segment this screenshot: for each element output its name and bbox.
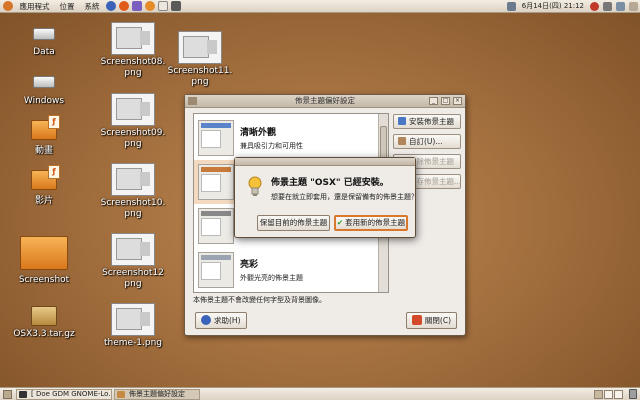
theme-list-item-clearlooks[interactable]: 清晰外觀 兼具吸引力和可用性 (194, 116, 380, 160)
update-icon[interactable] (616, 1, 625, 11)
desktop-icon-screenshot-folder[interactable]: Screenshot (12, 236, 76, 285)
help-button[interactable]: 求助(H) (195, 312, 247, 329)
desktop-icon-osx-archive[interactable]: OSX3.3.tar.gz (8, 306, 80, 339)
window-titlebar[interactable]: 佈景主題偏好設定 _ □ × (185, 95, 465, 108)
apply-new-theme-button[interactable]: ✔ 套用新的佈景主題 (334, 215, 408, 231)
desktop-icon-screenshot11[interactable]: Screenshot11. png (164, 31, 236, 88)
volume-icon[interactable] (603, 1, 612, 11)
desktop-icon-data[interactable]: Data (22, 28, 66, 57)
desktop-icon-screenshot09[interactable]: Screenshot09. png (98, 93, 168, 150)
window-menu-icon[interactable] (188, 97, 197, 105)
desktop-icon-label: Data (33, 47, 55, 57)
desktop-icon-label: Screenshot09. png (100, 128, 166, 149)
workspace-2[interactable] (604, 390, 613, 399)
power-icon[interactable] (590, 1, 599, 11)
flash-badge-icon: ƒ (48, 115, 60, 129)
archive-icon (31, 306, 57, 326)
tools-icon (398, 137, 406, 145)
install-theme-button[interactable]: 安裝佈景主題 (393, 114, 461, 129)
check-icon: ✔ (336, 218, 344, 227)
theme-preview (198, 164, 234, 200)
user-icon[interactable] (629, 1, 638, 11)
theme-name: 亮彩 (240, 260, 259, 270)
menu-places[interactable]: 位置 (55, 0, 80, 13)
desktop-icon-label: OSX3.3.tar.gz (13, 329, 75, 339)
desktop-icon-label: theme-1.png (103, 338, 163, 348)
image-thumbnail (111, 163, 155, 196)
window-title: 佈景主題偏好設定 (295, 96, 355, 105)
keep-current-theme-button[interactable]: 保留目前的佈景主題 (257, 215, 330, 231)
workspace-1[interactable] (594, 390, 603, 399)
top-panel: 應用程式 位置 系統 6月14日(四) 21:12 (0, 0, 640, 13)
drive-icon (33, 76, 55, 88)
theme-description: 外觀光亮的佈景主題 (240, 274, 303, 282)
close-icon (411, 315, 422, 325)
theme-preview (198, 120, 234, 156)
dialog-title: 佈景主題 "OSX" 已經安裝。 (271, 178, 389, 188)
network-icon[interactable] (506, 1, 516, 11)
mail-icon[interactable] (132, 1, 142, 11)
text-editor-icon[interactable] (158, 1, 168, 11)
desktop-icon-label: Windows (23, 96, 65, 106)
clock[interactable]: 6月14日(四) 21:12 (518, 1, 588, 11)
menu-system[interactable]: 系統 (80, 0, 105, 13)
theme-list-item-glossy[interactable]: 亮彩 外觀光亮的佈景主題 (194, 248, 380, 292)
dialog-message: 想要在就立即套用，還是保留備有的佈景主題？ (271, 193, 418, 201)
theme-description: 兼具吸引力和可用性 (240, 142, 303, 150)
image-thumbnail (111, 93, 155, 126)
theme-icon (117, 391, 125, 398)
taskbar-item-terminal[interactable]: [ Doe GDM GNOME-Lo... (16, 389, 112, 400)
desktop-icon-label: Screenshot11. png (167, 66, 233, 87)
flash-badge-icon: ƒ (48, 165, 60, 179)
theme-installed-dialog: 佈景主題 "OSX" 已經安裝。 想要在就立即套用，還是保留備有的佈景主題？ 保… (234, 157, 418, 238)
web-browser-icon[interactable] (119, 1, 129, 11)
help-icon[interactable] (106, 1, 116, 11)
desktop-icon-label: Screenshot12 png (102, 268, 164, 289)
desktop-icon-screenshot10[interactable]: Screenshot10. png (98, 163, 168, 220)
dialog-titlebar[interactable] (235, 158, 415, 166)
menu-applications[interactable]: 應用程式 (15, 0, 55, 13)
theme-info-text: 本佈景主題不會改變任何字型及背景圖像。 (193, 296, 326, 304)
folder-icon: ƒ (31, 165, 60, 190)
theme-preview (198, 252, 234, 288)
desktop-icon-screenshot12[interactable]: Screenshot12 png (98, 233, 168, 290)
desktop-icon-label: Screenshot08. png (100, 57, 166, 78)
folder-icon: ƒ (31, 115, 60, 140)
ubuntu-logo-icon[interactable] (3, 1, 13, 11)
customize-button[interactable]: 自訂(U)... (393, 134, 461, 149)
desktop-icon-label: Screenshot (18, 275, 70, 285)
desktop-icon-label: 動畫 (34, 146, 53, 156)
drive-icon (33, 28, 55, 40)
desktop-icon-screenshot08[interactable]: Screenshot08. png (98, 22, 168, 79)
minimize-icon[interactable]: _ (429, 97, 438, 105)
desktop-icon-windows[interactable]: Windows (18, 76, 70, 106)
maximize-icon[interactable]: □ (441, 97, 450, 105)
close-icon[interactable]: × (453, 97, 462, 105)
image-thumbnail (111, 22, 155, 55)
close-button[interactable]: 關閉(C) (405, 312, 457, 329)
terminal-icon (19, 391, 27, 398)
trash-icon[interactable] (629, 389, 637, 399)
desktop-icon-theme-1[interactable]: theme-1.png (98, 303, 168, 348)
bottom-panel: [ Doe GDM GNOME-Lo... 佈景主題偏好設定 (0, 387, 640, 400)
image-thumbnail (178, 31, 222, 64)
theme-name: 清晰外觀 (240, 128, 277, 138)
desktop-icon-label: 影片 (34, 196, 53, 206)
firefox-icon[interactable] (145, 1, 155, 11)
add-icon (398, 117, 406, 125)
show-desktop-icon[interactable] (3, 390, 12, 399)
image-thumbnail (111, 303, 155, 336)
screenshot-icon[interactable] (171, 1, 181, 11)
desktop-icon-label: Screenshot10. png (100, 198, 166, 219)
theme-preview (198, 208, 234, 244)
lightbulb-icon (248, 176, 262, 196)
desktop-icon-animation-folder[interactable]: ƒ 動畫 (24, 115, 64, 156)
help-icon (201, 315, 211, 325)
taskbar-item-theme-preferences[interactable]: 佈景主題偏好設定 (114, 389, 200, 400)
folder-icon (20, 236, 68, 270)
desktop-icon-video-folder[interactable]: ƒ 影片 (24, 165, 64, 206)
image-thumbnail (111, 233, 155, 266)
workspace-3[interactable] (614, 390, 623, 399)
